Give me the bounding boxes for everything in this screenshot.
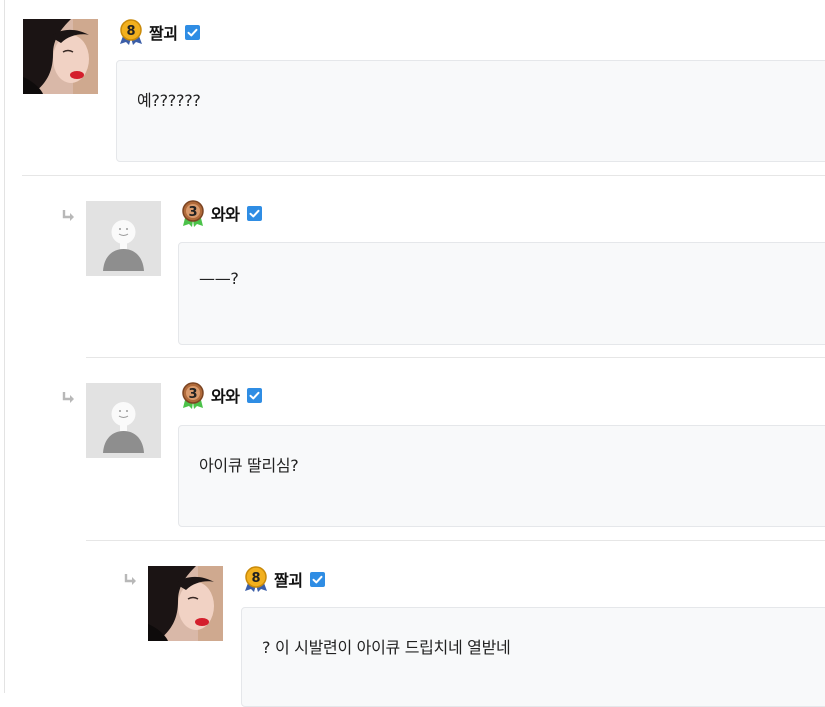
comment-divider [86, 540, 825, 541]
level-badge-number: 3 [188, 205, 197, 220]
reply-arrow-icon [62, 210, 74, 221]
level-badge-icon: 8 [245, 566, 267, 592]
comment-text: 아이큐 딸리심? [199, 456, 299, 475]
verified-check-icon [247, 387, 263, 403]
comment-bubble: ? 이 시발련이 아이큐 드립치네 열받네 [241, 607, 825, 707]
author-nickname[interactable]: 짤괴 [149, 20, 178, 44]
default-avatar-image [86, 383, 161, 458]
comment-bubble: 아이큐 딸리심? [178, 425, 825, 527]
level-badge-number: 3 [188, 387, 197, 402]
author-nickname[interactable]: 와와 [211, 383, 240, 407]
comment-meta: 8 짤괴 [117, 18, 201, 46]
author-nickname[interactable]: 짤괴 [274, 567, 303, 591]
comment-meta: 3 와와 [179, 199, 263, 227]
level-badge-number: 8 [251, 571, 260, 586]
comment-bubble: ——? [178, 242, 825, 345]
avatar[interactable] [86, 201, 161, 276]
comment-divider [22, 175, 825, 176]
level-badge-icon: 3 [182, 382, 204, 409]
comment-meta: 3 와와 [179, 381, 263, 409]
comment-text: ——? [199, 269, 239, 288]
comment-text: ? 이 시발련이 아이큐 드립치네 열받네 [262, 638, 511, 657]
level-badge-number: 8 [126, 24, 135, 39]
avatar[interactable] [148, 566, 223, 641]
verified-check-icon [247, 205, 263, 221]
reply-arrow-icon [62, 392, 74, 403]
left-border [4, 0, 5, 693]
avatar[interactable] [86, 383, 161, 458]
comment-bubble: 예?????? [116, 60, 825, 162]
reply-arrow-icon [124, 574, 136, 585]
verified-check-icon [185, 24, 201, 40]
level-badge-icon: 3 [182, 200, 204, 227]
verified-check-icon [310, 571, 326, 587]
author-nickname[interactable]: 와와 [211, 201, 240, 225]
avatar[interactable] [23, 19, 98, 94]
default-avatar-image [86, 201, 161, 276]
comment-text: 예?????? [137, 91, 201, 110]
level-badge-icon: 8 [120, 19, 142, 45]
photo-avatar-image [23, 19, 98, 94]
comment-divider [86, 357, 825, 358]
photo-avatar-image [148, 566, 223, 641]
comment-meta: 8 짤괴 [242, 565, 326, 593]
